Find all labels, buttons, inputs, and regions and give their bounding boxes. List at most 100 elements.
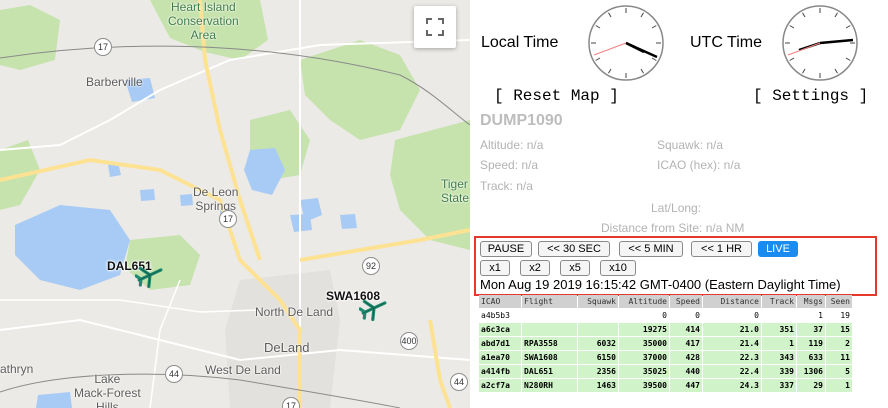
table-row[interactable]: a2cf7a N280RH 1463 39500 447 24.3 337 29 1 — [479, 379, 852, 392]
cell-track — [762, 309, 796, 322]
cell-distance: 22.4 — [703, 365, 761, 378]
map-label-lake-mack: Lake Mack-Forest Hills — [74, 372, 141, 408]
cell-icao: a6c3ca — [479, 323, 521, 336]
fullscreen-button[interactable] — [414, 6, 456, 48]
route-shield-92: 92 — [362, 257, 380, 275]
cell-altitude: 19275 — [619, 323, 669, 336]
cell-squawk: 6150 — [578, 351, 618, 364]
table-row[interactable]: a6c3ca 19275 414 21.0 351 37 15 — [479, 323, 852, 336]
cell-icao: a414fb — [479, 365, 521, 378]
cell-speed: 414 — [670, 323, 702, 336]
cell-altitude: 35000 — [619, 337, 669, 350]
settings-button[interactable]: [ Settings ] — [753, 87, 868, 105]
column-header-speed[interactable]: Speed — [670, 295, 702, 308]
cell-track: 343 — [762, 351, 796, 364]
cell-altitude: 35025 — [619, 365, 669, 378]
map-label-barberville: Barberville — [86, 75, 143, 89]
cell-seen: 1 — [826, 379, 852, 392]
map-label-kathryn: athryn — [0, 362, 34, 376]
cell-flight: SWA1608 — [522, 351, 577, 364]
cell-altitude: 37000 — [619, 351, 669, 364]
icao-info: ICAO (hex): n/a — [657, 158, 741, 172]
cell-squawk: 2356 — [578, 365, 618, 378]
cell-speed: 447 — [670, 379, 702, 392]
live-button[interactable]: LIVE — [758, 241, 798, 257]
local-clock — [588, 5, 664, 81]
cell-distance: 22.3 — [703, 351, 761, 364]
cell-icao: a1ea70 — [479, 351, 521, 364]
table-row[interactable]: abd7d1 RPA3558 6032 35000 417 21.4 1 119 2 — [479, 337, 852, 350]
column-header-flight[interactable]: Flight — [522, 295, 577, 308]
map-label-north-de-land: North De Land — [255, 305, 334, 319]
reset-map-button[interactable]: [ Reset Map ] — [494, 87, 619, 105]
back-1-hr-button[interactable]: << 1 HR — [691, 241, 752, 257]
playback-controls: PAUSE << 30 SEC << 5 MIN << 1 HR LIVE x1… — [474, 236, 877, 296]
selected-aircraft-title: DUMP1090 — [480, 112, 563, 129]
table-row[interactable]: a414fb DAL651 2356 35025 440 22.4 339 1306 5 — [479, 365, 852, 378]
playback-datetime: Mon Aug 19 2019 16:15:42 GMT-0400 (Easte… — [480, 277, 841, 292]
cell-track: 339 — [762, 365, 796, 378]
speed-info: Speed: n/a — [480, 158, 539, 172]
latlong-info: Lat/Long: — [651, 201, 702, 215]
cell-icao: a2cf7a — [479, 379, 521, 392]
cell-icao: a4b5b3 — [479, 309, 521, 322]
cell-squawk — [578, 323, 618, 336]
column-header-icao[interactable]: ICAO — [479, 295, 521, 308]
column-header-track[interactable]: Track — [762, 295, 796, 308]
cell-track: 1 — [762, 337, 796, 350]
cell-seen: 11 — [826, 351, 852, 364]
column-header-msgs[interactable]: Msgs — [797, 295, 825, 308]
route-shield-17-south: 17 — [282, 397, 300, 408]
cell-msgs: 29 — [797, 379, 825, 392]
cell-distance: 21.4 — [703, 337, 761, 350]
cell-icao: abd7d1 — [479, 337, 521, 350]
route-shield-44-west: 44 — [165, 365, 183, 383]
cell-flight: DAL651 — [522, 365, 577, 378]
cell-speed: 440 — [670, 365, 702, 378]
map-label-deland: DeLand — [264, 340, 310, 355]
speed-x1-button[interactable]: x1 — [480, 260, 510, 276]
column-header-distance[interactable]: Distance — [703, 295, 761, 308]
cell-flight: N280RH — [522, 379, 577, 392]
distance-info: Distance from Site: n/a NM — [601, 221, 745, 235]
cell-msgs: 1306 — [797, 365, 825, 378]
cell-squawk — [578, 309, 618, 322]
route-shield-17-middle: 17 — [219, 210, 237, 228]
pause-button[interactable]: PAUSE — [480, 241, 532, 257]
cell-squawk: 6032 — [578, 337, 618, 350]
column-header-squawk[interactable]: Squawk — [578, 295, 618, 308]
cell-distance: 21.0 — [703, 323, 761, 336]
speed-x5-button[interactable]: x5 — [560, 260, 590, 276]
utc-time-label: UTC Time — [690, 34, 762, 51]
table-row[interactable]: a1ea70 SWA1608 6150 37000 428 22.3 343 633 11 — [479, 351, 852, 364]
cell-speed: 417 — [670, 337, 702, 350]
map-panel[interactable]: Heart Island Conservation Area Barbervil… — [0, 0, 470, 408]
cell-seen: 2 — [826, 337, 852, 350]
column-header-seen[interactable]: Seen — [826, 295, 852, 308]
airplane-icon[interactable] — [359, 295, 389, 321]
utc-clock — [782, 5, 858, 81]
back-30-sec-button[interactable]: << 30 SEC — [538, 241, 610, 257]
track-info: Track: n/a — [480, 179, 533, 193]
column-header-altitude[interactable]: Altitude — [619, 295, 669, 308]
airplane-icon[interactable] — [135, 262, 165, 288]
back-5-min-button[interactable]: << 5 MIN — [619, 241, 683, 257]
cell-seen: 15 — [826, 323, 852, 336]
cell-track: 351 — [762, 323, 796, 336]
table-header-row: ICAO Flight Squawk Altitude Speed Distan… — [479, 295, 852, 308]
cell-msgs: 1 — [797, 309, 825, 322]
speed-x2-button[interactable]: x2 — [520, 260, 550, 276]
speed-x10-button[interactable]: x10 — [600, 260, 636, 276]
cell-flight — [522, 323, 577, 336]
map-label-west-de-land: West De Land — [205, 363, 281, 377]
map-label-de-leon-springs: De Leon Springs — [193, 185, 239, 213]
dump1090-page: Heart Island Conservation Area Barbervil… — [0, 0, 888, 408]
aircraft-table: ICAO Flight Squawk Altitude Speed Distan… — [478, 294, 853, 393]
route-shield-44-east: 44 — [450, 373, 468, 391]
cell-distance: 0 — [703, 309, 761, 322]
cell-msgs: 119 — [797, 337, 825, 350]
table-row[interactable]: a4b5b3 0 0 0 1 19 — [479, 309, 852, 322]
altitude-info: Altitude: n/a — [480, 138, 544, 152]
map-label-tiger-state: Tiger State I — [441, 177, 470, 205]
cell-msgs: 37 — [797, 323, 825, 336]
